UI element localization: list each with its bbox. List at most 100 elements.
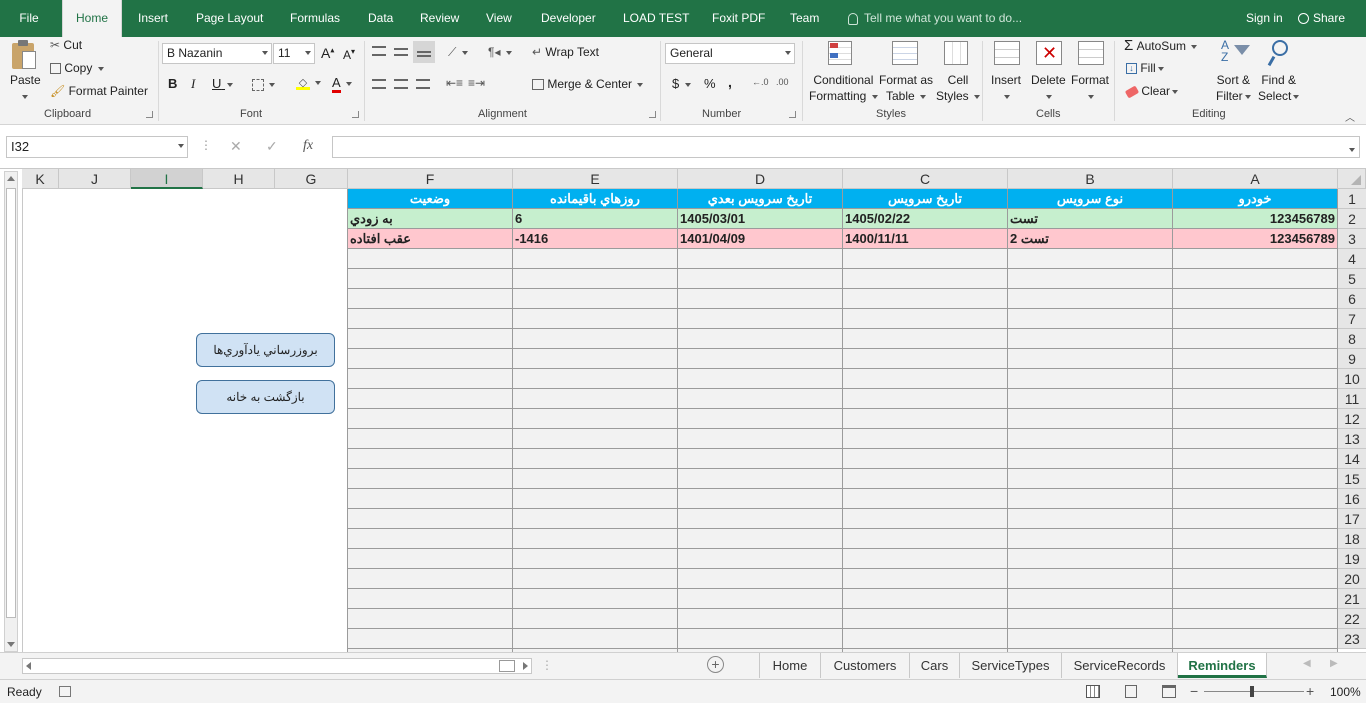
collapse-ribbon-button[interactable]: ︿ [1345, 109, 1355, 124]
row-header[interactable]: 10 [1338, 369, 1366, 389]
table-header-cell[interactable]: نوع سرويس [1008, 189, 1173, 209]
table-header-cell[interactable]: روزهاي باقيمانده [513, 189, 678, 209]
underline-button[interactable]: U [212, 76, 234, 91]
name-box[interactable]: I32 [6, 136, 188, 158]
table-cell[interactable]: 1405/03/01 [678, 209, 843, 229]
page-layout-view-icon[interactable] [1125, 685, 1137, 698]
sort-filter-button[interactable]: Sort & Filter [1216, 72, 1251, 104]
worksheet-grid[interactable]: K J I H G F E D C B A 1 2 3 4 5 6 7 8 9 … [0, 168, 1366, 652]
find-select-button[interactable]: Find & Select [1258, 72, 1300, 104]
magnifier-icon[interactable] [1264, 39, 1294, 69]
sheet-tab-servicetypes[interactable]: ServiceTypes [960, 653, 1062, 678]
back-to-home-button[interactable]: بازگشت به خانه [196, 380, 335, 414]
table-header-cell[interactable]: تاريخ سرويس بعدي [678, 189, 843, 209]
dialog-launcher-icon[interactable] [649, 111, 656, 118]
table-cell[interactable]: تست 2 [1008, 229, 1173, 249]
horizontal-scrollbar[interactable] [22, 658, 532, 674]
cancel-entry-icon[interactable]: ✕ [230, 138, 242, 155]
prev-sheet-arrow[interactable]: ◀ [1303, 658, 1311, 669]
row-header[interactable]: 13 [1338, 429, 1366, 449]
row-header[interactable]: 21 [1338, 589, 1366, 609]
confirm-entry-icon[interactable]: ✓ [266, 138, 278, 155]
refresh-reminders-button[interactable]: بروزرساني يادآوري‌ها [196, 333, 335, 367]
horizontal-scroll-thumb[interactable] [499, 660, 515, 672]
vertical-scrollbar[interactable] [4, 171, 18, 652]
percent-button[interactable]: % [704, 76, 716, 91]
new-sheet-button[interactable]: + [707, 656, 724, 673]
tell-me-box[interactable]: Tell me what you want to do... [848, 0, 1022, 37]
table-cell[interactable]: 123456789 [1173, 209, 1338, 229]
autosum-button[interactable]: Σ AutoSum [1124, 37, 1198, 54]
row-header[interactable]: 11 [1338, 389, 1366, 409]
conditional-formatting-icon[interactable] [826, 39, 856, 69]
table-cell[interactable]: تست [1008, 209, 1173, 229]
normal-view-icon[interactable] [1086, 685, 1100, 698]
paste-button[interactable]: Paste [10, 73, 41, 87]
insert-function-button[interactable]: fx [303, 138, 313, 154]
tab-data[interactable]: Data [368, 0, 393, 37]
share-button[interactable]: Share [1298, 0, 1345, 37]
row-header[interactable]: 4 [1338, 249, 1366, 269]
zoom-level[interactable]: 100% [1330, 685, 1361, 699]
cell-styles-icon[interactable] [942, 39, 972, 69]
page-break-view-icon[interactable] [1162, 685, 1176, 698]
delete-cells-button[interactable]: Delete [1031, 72, 1066, 104]
table-header-cell[interactable]: وضعيت [348, 189, 513, 209]
table-cell[interactable]: 1400/11/11 [843, 229, 1008, 249]
cut-button[interactable]: ✂ Cut [50, 38, 82, 52]
row-header[interactable]: 20 [1338, 569, 1366, 589]
tab-formulas[interactable]: Formulas [290, 0, 340, 37]
row-header[interactable]: 6 [1338, 289, 1366, 309]
fill-color-button[interactable]: ◇ [296, 75, 322, 90]
bold-button[interactable]: B [168, 76, 177, 91]
select-all-corner[interactable] [1338, 169, 1366, 189]
zoom-in-button[interactable]: + [1306, 683, 1314, 699]
table-cell[interactable]: 1405/02/22 [843, 209, 1008, 229]
number-format-select[interactable]: General [665, 43, 795, 64]
column-header-g[interactable]: G [275, 169, 348, 189]
table-cell[interactable]: به زودي [348, 209, 513, 229]
scroll-left-icon[interactable] [26, 662, 31, 670]
paste-icon[interactable] [10, 39, 38, 71]
row-header[interactable]: 15 [1338, 469, 1366, 489]
tab-split-handle[interactable]: ⋮ [541, 658, 553, 672]
align-right-icon[interactable] [416, 79, 430, 89]
text-direction-button[interactable]: ¶◂ [488, 45, 512, 59]
tab-developer[interactable]: Developer [541, 0, 596, 37]
table-cell[interactable]: 123456789 [1173, 229, 1338, 249]
column-header-f[interactable]: F [348, 169, 513, 189]
table-cell[interactable]: عقب افتاده [348, 229, 513, 249]
clear-button[interactable]: Clear [1124, 84, 1179, 99]
format-as-table-icon[interactable] [890, 39, 920, 69]
column-header-k[interactable]: K [22, 169, 59, 189]
sheet-blank-area[interactable] [22, 189, 348, 652]
row-header[interactable]: 2 [1338, 209, 1366, 229]
tab-load-test[interactable]: LOAD TEST [623, 0, 689, 37]
scroll-thumb[interactable] [6, 188, 16, 618]
increase-decimal-button[interactable]: ←.0 [752, 77, 769, 87]
zoom-slider-thumb[interactable] [1250, 686, 1254, 697]
scroll-right-icon[interactable] [523, 662, 528, 670]
row-header[interactable]: 18 [1338, 529, 1366, 549]
row-header[interactable]: 3 [1338, 229, 1366, 249]
zoom-slider[interactable] [1204, 691, 1304, 692]
tab-page-layout[interactable]: Page Layout [196, 0, 263, 37]
dialog-launcher-icon[interactable] [789, 111, 796, 118]
align-bottom-icon[interactable] [413, 41, 435, 63]
format-as-table-button[interactable]: Format as Table [879, 72, 933, 104]
sheet-tab-servicerecords[interactable]: ServiceRecords [1062, 653, 1178, 678]
sheet-tab-cars[interactable]: Cars [910, 653, 960, 678]
sheet-tab-reminders[interactable]: Reminders [1178, 653, 1267, 678]
sort-filter-icon[interactable]: AZ [1220, 39, 1250, 69]
table-header-cell[interactable]: خودرو [1173, 189, 1338, 209]
cell-styles-button[interactable]: Cell Styles [936, 72, 981, 104]
delete-cells-icon[interactable]: ✕ [1034, 39, 1064, 69]
font-name-select[interactable]: B Nazanin [162, 43, 272, 64]
shrink-font-button[interactable]: A▾ [343, 47, 355, 62]
conditional-formatting-button[interactable]: Conditional Formatting [809, 72, 878, 104]
row-header[interactable]: 22 [1338, 609, 1366, 629]
zoom-out-button[interactable]: − [1190, 683, 1198, 699]
format-cells-icon[interactable] [1076, 39, 1106, 69]
format-cells-button[interactable]: Format [1071, 72, 1109, 104]
fill-button[interactable]: ↓ Fill [1126, 61, 1164, 75]
